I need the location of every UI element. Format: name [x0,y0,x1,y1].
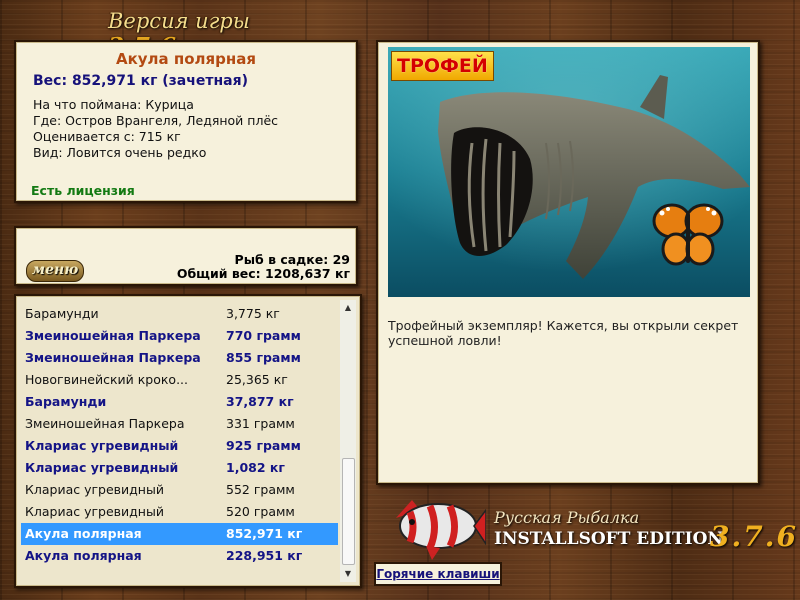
fish-list-row[interactable]: Клариас угревидный 1,082 кг [21,457,338,479]
hotkeys-button[interactable]: Горячие клавиши [374,562,502,586]
fish-list-row[interactable]: Змеиношейная Паркера 770 грамм [21,325,338,347]
version-prefix: Версия игры [108,9,250,33]
fish-row-name: Барамунди [25,306,99,321]
fish-row-weight: 37,877 кг [226,394,294,409]
fish-row-weight: 25,365 кг [226,372,288,387]
fish-info-panel: Акула полярная Вес: 852,971 кг (зачетная… [14,40,358,203]
fish-row-weight: 552 грамм [226,482,295,497]
fish-list-row[interactable]: Клариас угревидный 925 грамм [21,435,338,457]
scroll-thumb[interactable] [342,458,355,565]
fish-row-weight: 3,775 кг [226,306,280,321]
fish-row-name: Клариас угревидный [25,460,179,475]
fish-count: Рыб в садке: 29 [234,252,350,267]
game-logo: Русская Рыбалка INSTALLSOFT EDITION 3.7.… [386,488,796,563]
total-weight: Общий вес: 1208,637 кг [176,266,350,281]
logo-edition: INSTALLSOFT EDITION [494,529,723,549]
shark-photo: ТРОФЕЙ [388,47,750,297]
fish-row-weight: 925 грамм [226,438,301,453]
fish-weight: Вес: 852,971 кг (зачетная) [33,73,248,89]
version-title: Версия игры 3.7.6 [108,9,308,60]
info-location: Где: Остров Врангеля, Ледяной плёс [33,113,279,128]
fish-row-name: Клариас угревидный [25,438,179,453]
fish-row-name: Змеиношейная Паркера [25,350,201,365]
fish-row-weight: 855 грамм [226,350,301,365]
fish-list-row[interactable]: Акула полярная 228,951 кг [21,545,338,567]
fish-list-panel: Барамунди 3,775 кг Змеиношейная Паркера 770… [14,294,362,588]
fish-row-weight: 520 грамм [226,504,295,519]
fish-list-row[interactable]: Змеиношейная Паркера 855 грамм [21,347,338,369]
logo-title: Русская Рыбалка [494,508,640,527]
fish-list-row[interactable]: Клариас угревидный 552 грамм [21,479,338,501]
trophy-label: ТРОФЕЙ [391,51,494,81]
trophy-panel: ТРОФЕЙ Трофейный экземпляр! Кажется, вы … [376,40,760,485]
fish-list-row[interactable]: Барамунди 37,877 кг [21,391,338,413]
fish-title: Акула полярная [115,50,257,68]
fish-row-weight: 331 грамм [226,416,295,431]
fish-row-name: Акула полярная [25,526,142,541]
fish-list-row[interactable]: Новогвинейский кроко... 25,365 кг [21,369,338,391]
menu-button[interactable]: меню [26,260,84,282]
fish-row-name: Клариас угревидный [25,482,164,497]
fish-row-name: Клариас угревидный [25,504,164,519]
fish-row-weight: 852,971 кг [226,526,303,541]
license-status: Есть лицензия [31,183,135,198]
fish-row-weight: 770 грамм [226,328,301,343]
list-scrollbar[interactable]: ▲ ▼ [340,300,356,582]
fish-list-row[interactable]: Змеиношейная Паркера 331 грамм [21,413,338,435]
info-bait: На что поймана: Курица [33,97,194,112]
fish-row-name: Змеиношейная Паркера [25,416,185,431]
fish-row-weight: 228,951 кг [226,548,303,563]
fish-row-name: Акула полярная [25,548,142,563]
info-rarity: Вид: Ловится очень редко [33,145,207,160]
fish-list-row[interactable]: Акула полярная 852,971 кг [21,523,338,545]
scroll-down-arrow[interactable]: ▼ [340,566,356,582]
fish-list-row[interactable]: Клариас угревидный 520 грамм [21,501,338,523]
fish-row-weight: 1,082 кг [226,460,285,475]
logo-version: 3.7.6 [710,520,798,553]
fish-row-name: Новогвинейский кроко... [25,372,189,387]
fish-logo-icon [396,500,487,560]
fish-list[interactable]: Барамунди 3,775 кг Змеиношейная Паркера 770… [21,303,338,567]
trophy-text: Трофейный экземпляр! Кажется, вы открыли… [388,318,739,348]
info-min-weight: Оценивается с: 715 кг [33,129,181,144]
catch-stats-panel: меню Рыб в садке: 29 Общий вес: 1208,637… [14,226,358,286]
shark-photo-image [388,47,750,297]
fish-row-name: Змеиношейная Паркера [25,328,201,343]
scroll-up-arrow[interactable]: ▲ [340,300,356,316]
fish-row-name: Барамунди [25,394,107,409]
fish-list-row[interactable]: Барамунди 3,775 кг [21,303,338,325]
butterfly-icon [652,203,724,266]
